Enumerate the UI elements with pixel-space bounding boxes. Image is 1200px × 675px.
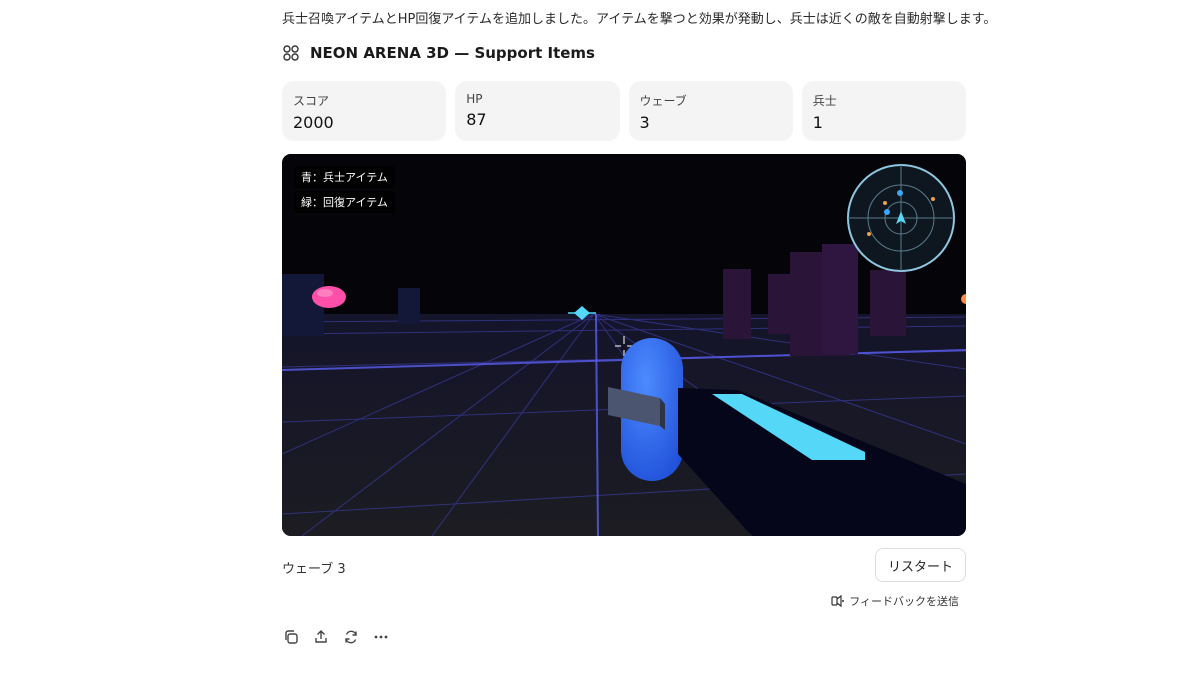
game-footer: ウェーブ 3 リスタート	[282, 548, 966, 582]
wave-status: ウェーブ 3	[282, 562, 346, 577]
enemy-orb	[312, 286, 346, 308]
restart-button[interactable]: リスタート	[874, 548, 966, 582]
feedback-link[interactable]: フィードバックを送信	[831, 593, 959, 609]
stat-label: ウェーブ	[639, 94, 687, 108]
retry-icon	[345, 630, 357, 644]
game-title: NEON ARENA 3D — Support Items	[310, 44, 595, 62]
stat-value: 3	[639, 113, 650, 132]
radar-blip	[931, 197, 935, 201]
intro-text: 兵士召喚アイテムとHP回復アイテムを追加しました。アイテムを撃つと効果が発動し、…	[282, 12, 997, 27]
share-icon	[315, 630, 327, 643]
game-canvas[interactable]: 青：兵士アイテム 緑：回復アイテム	[282, 154, 966, 536]
message-actions	[282, 628, 390, 646]
radar-blip	[884, 209, 890, 215]
cube-cluster-icon	[283, 45, 299, 61]
share-button[interactable]	[312, 628, 330, 646]
stat-soldiers: 兵士 1	[801, 81, 966, 141]
pillar	[822, 244, 858, 354]
pillar	[870, 270, 906, 336]
stat-wave: ウェーブ 3	[628, 81, 793, 141]
stat-score: スコア 2000	[282, 81, 447, 141]
feedback-label: フィードバックを送信	[849, 595, 959, 608]
radar-blip	[883, 201, 887, 205]
radar	[847, 164, 955, 272]
copy-icon	[285, 630, 298, 644]
stat-value: 87	[466, 110, 487, 129]
copy-button[interactable]	[282, 628, 300, 646]
legend-soldier-item: 青：兵士アイテム	[294, 166, 395, 188]
radar-blip	[897, 190, 903, 196]
more-icon	[374, 635, 388, 639]
stat-hp: HP 87	[455, 81, 620, 141]
more-button[interactable]	[372, 628, 390, 646]
stat-label: HP	[466, 92, 483, 106]
pillar	[398, 288, 420, 324]
retry-button[interactable]	[342, 628, 360, 646]
feedback-icon	[831, 594, 845, 608]
enemy-highlight	[317, 289, 333, 297]
stat-value: 1	[812, 113, 823, 132]
stat-label: 兵士	[812, 94, 837, 108]
pillar	[768, 274, 790, 334]
radar-blip	[867, 232, 871, 236]
pillar	[723, 269, 751, 339]
stats-panel: スコア 2000 HP 87 ウェーブ 3 兵士 1	[282, 81, 966, 141]
legend-heal-item: 緑：回復アイテム	[294, 191, 395, 213]
stat-label: スコア	[293, 94, 330, 108]
game-title-row: NEON ARENA 3D — Support Items	[282, 44, 595, 62]
stat-value: 2000	[293, 113, 334, 132]
